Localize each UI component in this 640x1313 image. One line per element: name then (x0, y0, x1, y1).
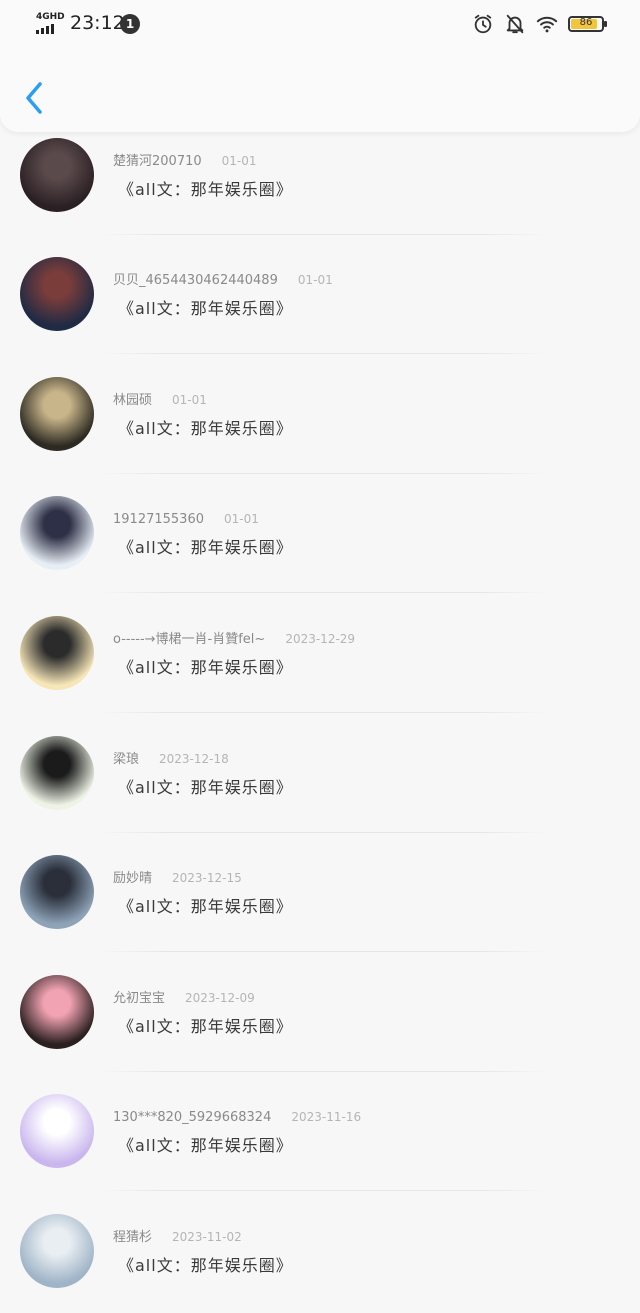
item-content: 《all文：那年娱乐圈》 (118, 1256, 293, 1275)
username: 励妙晴 (113, 871, 153, 886)
item-content: 《all文：那年娱乐圈》 (118, 419, 293, 438)
avatar[interactable] (20, 855, 94, 929)
username: 允初宝宝 (113, 991, 166, 1006)
bell-muted-icon (506, 14, 524, 34)
avatar[interactable] (20, 975, 94, 1049)
item-date: 2023-12-09 (185, 991, 255, 1005)
divider (98, 473, 548, 474)
avatar[interactable] (20, 257, 94, 331)
item-content: 《all文：那年娱乐圈》 (118, 658, 293, 677)
divider (98, 951, 548, 952)
avatar[interactable] (20, 736, 94, 810)
list-item[interactable]: 程猜杉 2023-11-02 《all文：那年娱乐圈》 (0, 1194, 640, 1313)
username: 贝贝_4654430462440489 (113, 273, 278, 288)
avatar[interactable] (20, 377, 94, 451)
list-item[interactable]: 19127155360 01-01 《all文：那年娱乐圈》 (0, 476, 640, 595)
divider (98, 353, 548, 354)
status-bar: 4GHD 23:12 1 86 (0, 0, 640, 48)
item-content: 《all文：那年娱乐圈》 (118, 1136, 293, 1155)
avatar[interactable] (20, 496, 94, 570)
chevron-left-icon[interactable] (20, 78, 50, 118)
list-item[interactable]: 林园硕 01-01 《all文：那年娱乐圈》 (0, 357, 640, 476)
item-content: 《all文：那年娱乐圈》 (118, 538, 293, 557)
wifi-icon (536, 16, 558, 33)
item-content: 《all文：那年娱乐圈》 (118, 299, 293, 318)
avatar[interactable] (20, 1214, 94, 1288)
item-content: 《all文：那年娱乐圈》 (118, 897, 293, 916)
item-date: 01-01 (221, 154, 257, 168)
item-date: 2023-12-29 (285, 632, 356, 646)
username: 19127155360 (113, 512, 204, 527)
list-item[interactable]: 梁琅 2023-12-18 《all文：那年娱乐圈》 (0, 716, 640, 835)
list-item[interactable]: 楚猜河200710 01-01 《all文：那年娱乐圈》 (0, 118, 640, 237)
list-item[interactable]: o-----→博桾一肖-肖贊fel~ 2023-12-29 《all文：那年娱乐圈… (0, 596, 640, 715)
item-content: 《all文：那年娱乐圈》 (118, 778, 293, 797)
item-date: 2023-11-16 (291, 1110, 362, 1124)
item-date: 01-01 (297, 273, 333, 287)
status-time: 23:12 (70, 12, 125, 34)
list-item[interactable]: 贝贝_4654430462440489 01-01 《all文：那年娱乐圈》 (0, 237, 640, 356)
username: 程猜杉 (113, 1230, 153, 1245)
header-bar: 4GHD 23:12 1 86 (0, 0, 640, 132)
item-content: 《all文：那年娱乐圈》 (118, 180, 293, 199)
username: 梁琅 (113, 752, 140, 767)
network-type: 4GHD (36, 12, 65, 22)
battery-icon: 86 (568, 16, 607, 32)
list-item[interactable]: 允初宝宝 2023-12-09 《all文：那年娱乐圈》 (0, 955, 640, 1074)
item-date: 01-01 (223, 512, 259, 526)
notification-badge: 1 (120, 14, 140, 34)
username: 林园硕 (113, 393, 153, 408)
item-date: 2023-12-15 (172, 871, 242, 885)
alarm-icon (474, 14, 492, 34)
divider (98, 234, 548, 235)
divider (98, 1071, 548, 1072)
divider (98, 712, 548, 713)
username: 楚猜河200710 (113, 154, 202, 169)
divider (98, 832, 548, 833)
item-date: 2023-12-18 (159, 752, 229, 766)
avatar[interactable] (20, 138, 94, 212)
item-content: 《all文：那年娱乐圈》 (118, 1017, 293, 1036)
list-item[interactable]: 励妙晴 2023-12-15 《all文：那年娱乐圈》 (0, 835, 640, 954)
item-date: 01-01 (172, 393, 207, 407)
avatar[interactable] (20, 616, 94, 690)
list-item[interactable]: 130***820_5929668324 2023-11-16 《all文：那年娱… (0, 1074, 640, 1193)
battery-level: 86 (579, 17, 593, 28)
divider (98, 592, 548, 593)
avatar[interactable] (20, 1094, 94, 1168)
signal-icon: 4GHD (36, 12, 65, 36)
item-date: 2023-11-02 (172, 1230, 242, 1244)
divider (98, 1190, 548, 1191)
username: o-----→博桾一肖-肖贊fel~ (113, 632, 266, 647)
username: 130***820_5929668324 (113, 1110, 272, 1125)
